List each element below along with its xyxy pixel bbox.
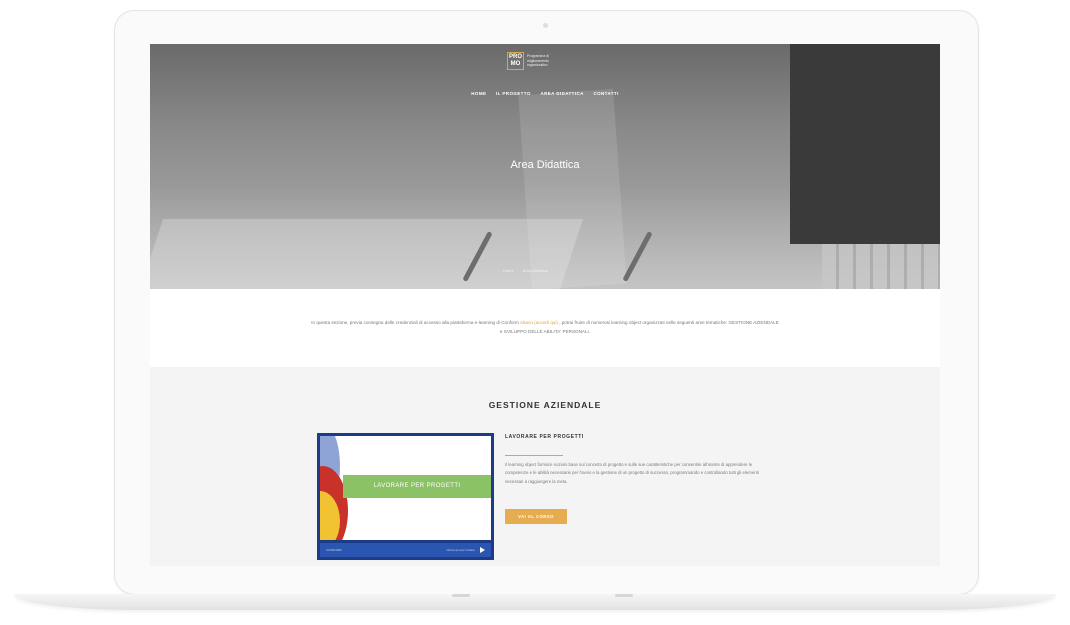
laptop-hinge (452, 594, 470, 597)
course-title: LAVORARE PER PROGETTI (505, 434, 584, 440)
intro-text: In questa sezione, previa consegna delle… (310, 318, 780, 336)
course-thumbnail[interactable]: LAVORARE PER PROGETTI CONFORM Clicca qui… (317, 433, 494, 560)
laptop-base (14, 594, 1056, 610)
thumbnail-player-bar: CONFORM Clicca qui per iniziare (320, 543, 491, 557)
breadcrumb: Home Area Didattica (503, 268, 556, 273)
nav-item-contatti[interactable]: CONTATTI (593, 91, 618, 96)
hero-notebook (518, 88, 627, 289)
intro-link[interactable]: Abaco (accedi qui) (519, 320, 559, 325)
nav-item-area-didattica[interactable]: AREA DIDATTICA (540, 91, 583, 96)
hero-keyboard (822, 244, 940, 289)
thumbnail-controls: Clicca qui per iniziare (446, 547, 485, 553)
website-screen: PRO MO Programma di miglioramento organi… (150, 44, 940, 566)
breadcrumb-current: Area Didattica (522, 268, 548, 273)
laptop-hinge (615, 594, 633, 597)
play-icon[interactable] (480, 547, 485, 553)
camera-icon (543, 23, 548, 28)
nav-item-progetto[interactable]: IL PROGETTO (496, 91, 531, 96)
course-divider (505, 455, 563, 456)
logo-subtitle: Programma di miglioramento organizzativo (527, 54, 549, 68)
nav-item-home[interactable]: HOME (471, 91, 486, 96)
go-to-course-button[interactable]: VAI AL CORSO (505, 509, 567, 524)
hero-laptop (790, 44, 940, 244)
page-title: Area Didattica (510, 159, 580, 171)
logo-mark: PRO MO (507, 52, 524, 70)
course-description: Il learning object fornisce nozioni base… (505, 462, 759, 484)
thumbnail-label: LAVORARE PER PROGETTI (343, 475, 491, 498)
section-title: GESTIONE AZIENDALE (488, 400, 602, 410)
site-logo[interactable]: PRO MO Programma di miglioramento organi… (507, 52, 567, 70)
breadcrumb-home[interactable]: Home (503, 268, 514, 273)
intro-text-before: In questa sezione, previa consegna delle… (311, 320, 519, 325)
hero-banner: PRO MO Programma di miglioramento organi… (150, 44, 940, 289)
section-gestione-aziendale: GESTIONE AZIENDALE LAVORARE PER PROGETTI… (150, 367, 940, 566)
hero-paper (150, 219, 583, 289)
thumbnail-slide: LAVORARE PER PROGETTI (320, 436, 491, 540)
main-nav: HOME IL PROGETTO AREA DIDATTICA CONTATTI (150, 91, 940, 96)
thumbnail-brand: CONFORM (326, 548, 342, 552)
thumbnail-footer: Clicca qui per iniziare (446, 548, 475, 552)
